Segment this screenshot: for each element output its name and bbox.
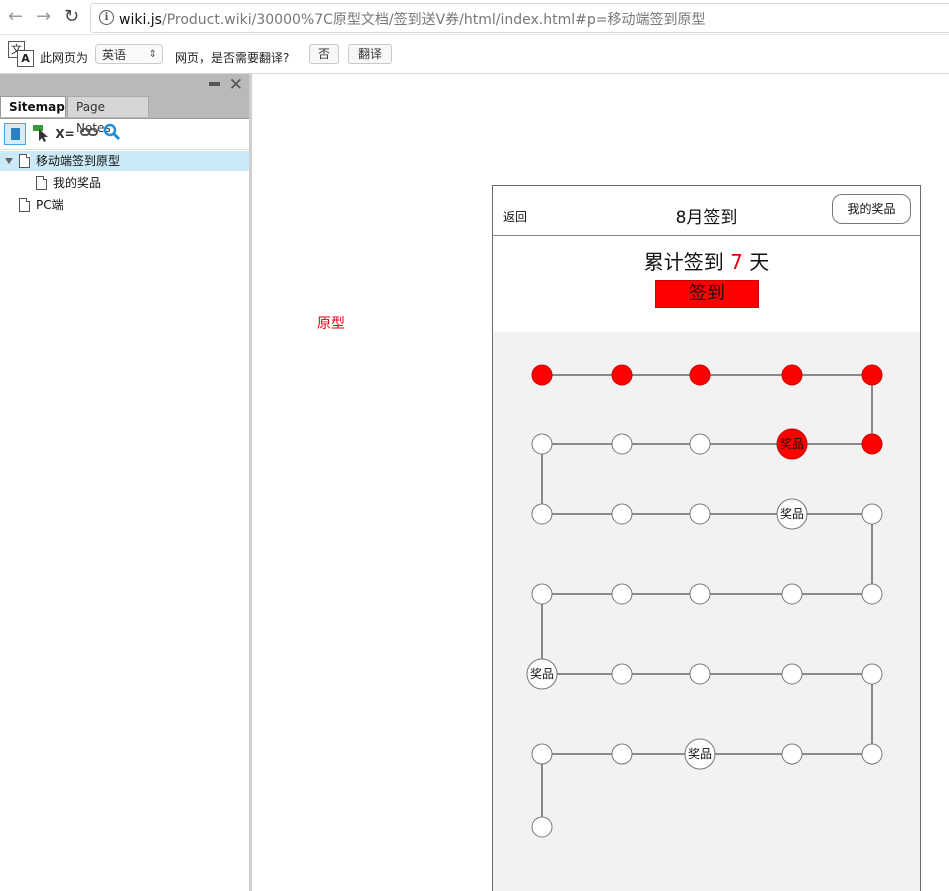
prize-label: 奖品 bbox=[780, 437, 804, 451]
panel-header: ✕ bbox=[0, 74, 249, 96]
checked-day-node bbox=[781, 364, 803, 386]
my-prizes-button[interactable]: 我的奖品 bbox=[832, 194, 911, 224]
day-node bbox=[861, 503, 883, 525]
checked-day-node bbox=[689, 364, 711, 386]
day-node bbox=[611, 583, 633, 605]
tree-item-label: 移动端签到原型 bbox=[36, 154, 121, 168]
day-node bbox=[689, 503, 711, 525]
tree-item-pc[interactable]: PC端 bbox=[0, 195, 249, 215]
back-arrow-icon[interactable]: ← bbox=[8, 7, 23, 27]
count-suffix: 天 bbox=[749, 250, 770, 274]
sign-in-button[interactable]: 签到 bbox=[655, 280, 759, 308]
search-icon[interactable] bbox=[101, 123, 123, 145]
day-node bbox=[611, 663, 633, 685]
tree-item-my-prizes[interactable]: 我的奖品 bbox=[0, 173, 249, 193]
url-host: wiki.js bbox=[119, 12, 162, 28]
translate-bar: 文A 此网页为 英语 ⇕ 网页，是否需要翻译? 否 翻译 bbox=[0, 35, 949, 74]
count-prefix: 累计签到 bbox=[643, 250, 724, 274]
day-node bbox=[531, 583, 553, 605]
day-node bbox=[531, 433, 553, 455]
day-node bbox=[781, 743, 803, 765]
day-node bbox=[861, 663, 883, 685]
day-node bbox=[689, 433, 711, 455]
checked-day-node bbox=[861, 364, 883, 386]
prototype-tag: 原型 bbox=[317, 316, 345, 332]
translate-button[interactable]: 翻译 bbox=[348, 44, 392, 64]
prize-label: 奖品 bbox=[688, 747, 712, 761]
day-node bbox=[781, 583, 803, 605]
page-icon bbox=[19, 198, 30, 212]
panel-tabs: Sitemap Page Notes bbox=[0, 96, 249, 135]
url-text[interactable]: wiki.js/Product.wiki/30000%7C原型文档/签到送V券/… bbox=[119, 9, 706, 29]
language-select[interactable]: 英语 ⇕ bbox=[95, 44, 163, 64]
pages-icon[interactable] bbox=[4, 123, 26, 145]
translate-label: 此网页为 bbox=[40, 51, 89, 65]
day-node bbox=[531, 503, 553, 525]
day-node bbox=[611, 433, 633, 455]
reload-icon[interactable]: ↻ bbox=[64, 7, 79, 27]
checked-day-node bbox=[611, 364, 633, 386]
page-icon bbox=[19, 154, 30, 168]
tree-item-label: PC端 bbox=[36, 198, 64, 212]
caret-down-icon[interactable] bbox=[5, 158, 13, 164]
tree-item-label: 我的奖品 bbox=[53, 176, 102, 190]
phone-prototype: 返回 8月签到 我的奖品 累计签到 7 天 签到 奖品 奖品 奖品 奖品 bbox=[492, 185, 921, 891]
link-icon[interactable] bbox=[78, 123, 100, 145]
sitemap-toolbar: X= bbox=[0, 119, 249, 150]
count-value: 7 bbox=[730, 250, 743, 274]
page-icon bbox=[36, 176, 47, 190]
language-value: 英语 bbox=[102, 48, 127, 62]
day-node bbox=[611, 503, 633, 525]
day-node bbox=[611, 743, 633, 765]
address-bar[interactable]: i wiki.js/Product.wiki/30000%7C原型文档/签到送V… bbox=[90, 3, 949, 33]
browser-toolbar: ← → ↻ i wiki.js/Product.wiki/30000%7C原型文… bbox=[0, 0, 949, 35]
signin-count: 累计签到 7 天 bbox=[493, 246, 920, 275]
no-translate-button[interactable]: 否 bbox=[309, 44, 339, 64]
sitemap-panel: ✕ Sitemap Page Notes X= 移动端签到原型 我的奖品 PC端 bbox=[0, 74, 252, 891]
info-icon[interactable]: i bbox=[99, 10, 114, 25]
checked-day-node bbox=[861, 433, 883, 455]
signin-path-graphic: 奖品奖品奖品奖品 bbox=[526, 364, 883, 838]
day-node bbox=[861, 583, 883, 605]
forward-arrow-icon[interactable]: → bbox=[36, 7, 51, 27]
tree-item-mobile-signin[interactable]: 移动端签到原型 bbox=[0, 151, 249, 171]
day-node bbox=[531, 816, 553, 838]
prize-label: 奖品 bbox=[780, 507, 804, 521]
minimize-icon[interactable] bbox=[209, 82, 220, 86]
day-node bbox=[531, 743, 553, 765]
prototype-header: 返回 8月签到 我的奖品 bbox=[493, 186, 920, 236]
close-icon[interactable]: ✕ bbox=[229, 74, 243, 96]
prize-label: 奖品 bbox=[530, 667, 554, 681]
variables-icon[interactable]: X= bbox=[54, 123, 76, 145]
day-node bbox=[689, 663, 711, 685]
tab-page-notes[interactable]: Page Notes bbox=[67, 96, 149, 135]
chevron-updown-icon: ⇕ bbox=[148, 49, 157, 60]
day-node bbox=[861, 743, 883, 765]
cursor-flag-icon[interactable] bbox=[30, 123, 52, 145]
day-node bbox=[689, 583, 711, 605]
checked-day-node bbox=[531, 364, 553, 386]
url-path: /Product.wiki/30000%7C原型文档/签到送V券/html/in… bbox=[161, 12, 706, 28]
translate-icon: 文A bbox=[8, 41, 34, 67]
translate-question: 网页，是否需要翻译? bbox=[175, 51, 290, 65]
signin-board: 奖品 奖品 奖品 奖品 bbox=[493, 332, 920, 891]
day-node bbox=[781, 663, 803, 685]
tab-sitemap[interactable]: Sitemap bbox=[0, 96, 66, 117]
